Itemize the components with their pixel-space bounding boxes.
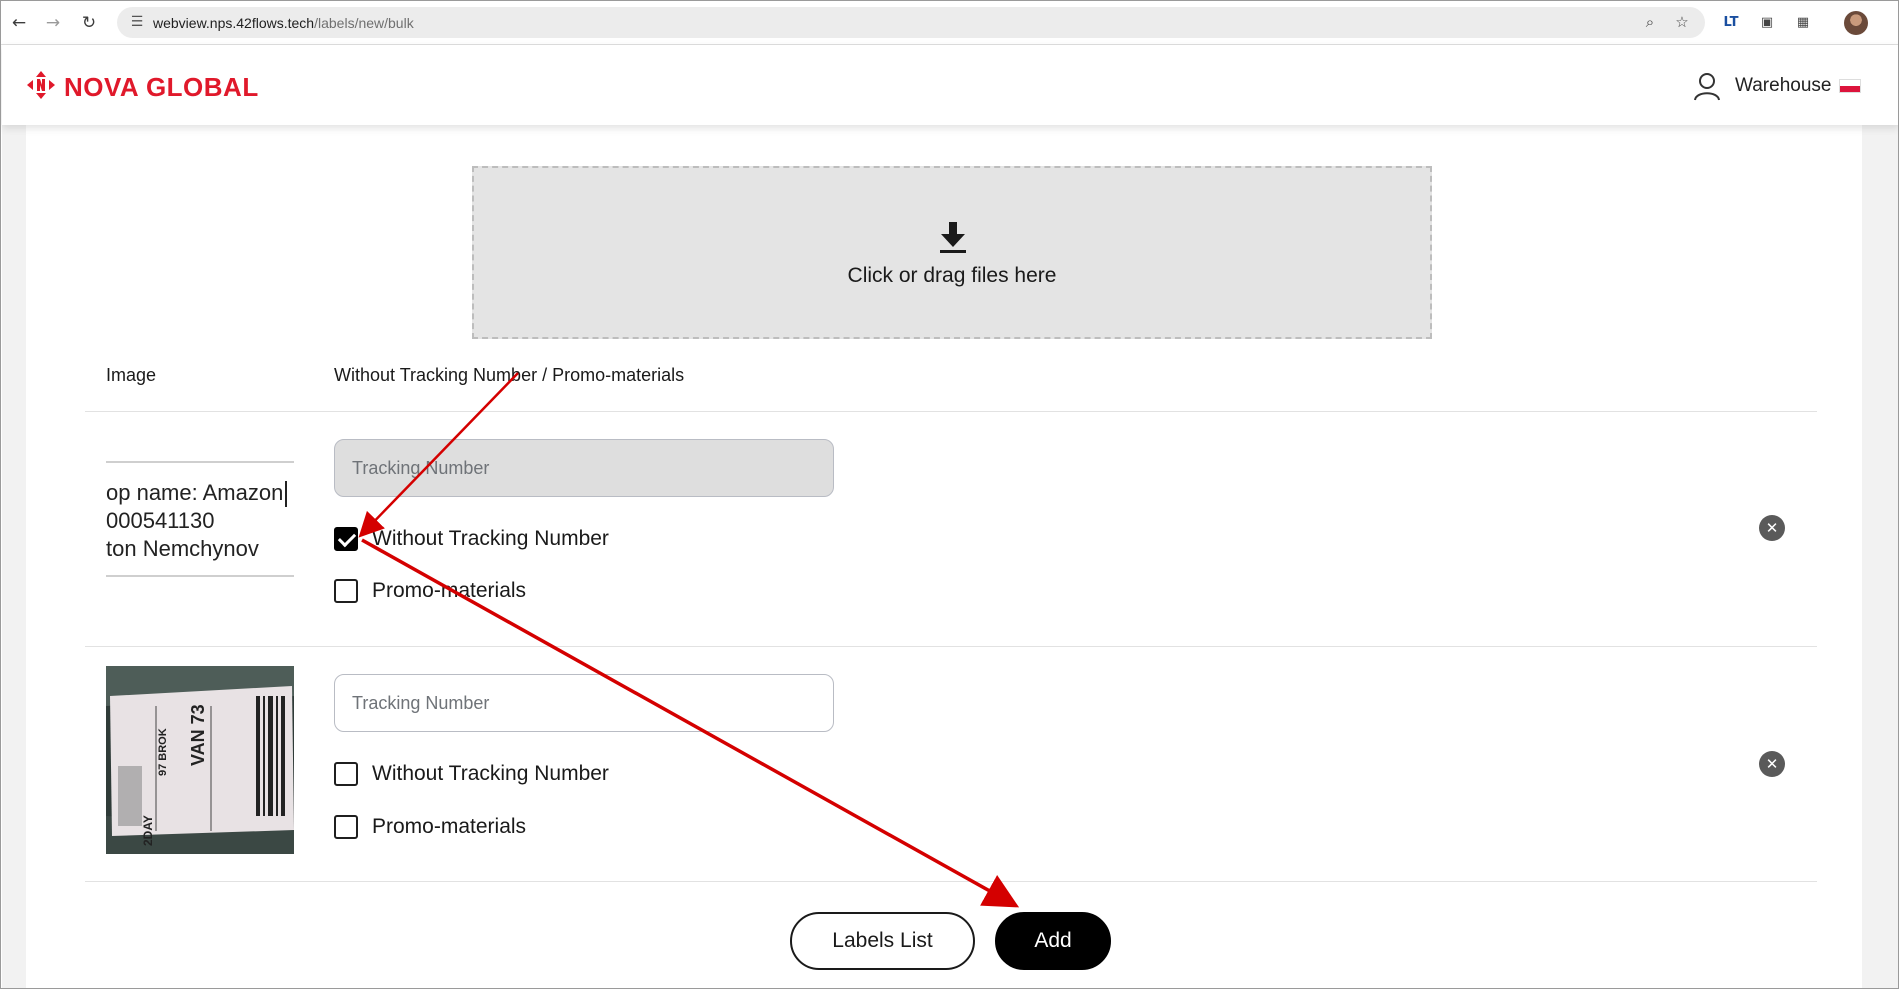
promo-materials-label[interactable]: Promo-materials	[372, 815, 526, 839]
package-label-thumbnail[interactable]: 97 BROK VAN 73 2DAY	[106, 666, 294, 854]
extension-lt-icon[interactable]: LT	[1720, 12, 1742, 34]
forward-icon[interactable]: →	[41, 11, 65, 35]
url-path: /labels/new/bulk	[314, 15, 414, 31]
image-text-line: op name: Amazon	[106, 480, 284, 505]
label-image-thumbnail[interactable]: op name: Amazon 000541130 ton Nemchynov	[106, 461, 294, 577]
zoom-icon[interactable]: ⌕	[1639, 11, 1661, 33]
screenshot-frame: ← → ↻ ☰ webview.nps.42flows.tech/labels/…	[0, 0, 1899, 989]
column-header-options: Without Tracking Number / Promo-material…	[334, 365, 685, 385]
back-icon[interactable]: ←	[7, 11, 31, 35]
reload-icon[interactable]: ↻	[77, 11, 101, 35]
app-header: NOVA GLOBAL Warehouse	[2, 45, 1898, 125]
image-text-line: 000541130	[106, 508, 215, 533]
file-dropzone[interactable]: Click or drag files here	[472, 166, 1432, 339]
promo-materials-checkbox[interactable]	[334, 815, 358, 839]
tracking-number-input[interactable]	[334, 439, 834, 497]
download-icon	[940, 222, 966, 253]
promo-materials-checkbox[interactable]	[334, 579, 358, 603]
url-text[interactable]: webview.nps.42flows.tech/labels/new/bulk	[153, 15, 414, 31]
nova-logo-icon[interactable]	[26, 70, 56, 100]
tracking-number-input[interactable]	[334, 674, 834, 732]
camera-icon[interactable]: ▣	[1756, 12, 1778, 34]
header-divider	[85, 411, 1817, 412]
remove-row-button[interactable]: ✕	[1759, 751, 1785, 777]
package-photo: 97 BROK VAN 73 2DAY	[106, 666, 294, 854]
labels-list-button[interactable]: Labels List	[790, 912, 975, 970]
image-text-line: ton Nemchynov	[106, 536, 259, 561]
brand-name[interactable]: NOVA GLOBAL	[64, 72, 259, 103]
extensions-puzzle-icon[interactable]: ▦	[1792, 12, 1814, 34]
dropzone-label: Click or drag files here	[847, 264, 1057, 287]
package-text: VAN 73	[188, 704, 208, 766]
browser-toolbar: ← → ↻ ☰ webview.nps.42flows.tech/labels/…	[1, 1, 1898, 45]
without-tracking-label[interactable]: Without Tracking Number	[372, 527, 609, 551]
add-button[interactable]: Add	[995, 912, 1111, 970]
remove-row-button[interactable]: ✕	[1759, 515, 1785, 541]
without-tracking-checkbox[interactable]	[334, 762, 358, 786]
text-caret	[285, 481, 287, 507]
user-role-label[interactable]: Warehouse	[1735, 75, 1831, 97]
profile-avatar[interactable]	[1844, 11, 1868, 35]
package-text: 97 BROK	[157, 728, 169, 776]
address-bar[interactable]: ☰ webview.nps.42flows.tech/labels/new/bu…	[117, 7, 1705, 38]
language-flag-icon[interactable]	[1839, 79, 1861, 93]
package-text: 2DAY	[141, 815, 155, 846]
row-divider	[85, 646, 1817, 647]
without-tracking-label[interactable]: Without Tracking Number	[372, 762, 609, 786]
bookmark-star-icon[interactable]: ☆	[1671, 11, 1693, 33]
promo-materials-label[interactable]: Promo-materials	[372, 579, 526, 603]
site-info-icon[interactable]: ☰	[127, 12, 147, 32]
row-divider	[85, 881, 1817, 882]
user-icon[interactable]	[1692, 71, 1722, 101]
column-header-image: Image	[106, 365, 157, 385]
without-tracking-checkbox[interactable]	[334, 527, 358, 551]
url-host: webview.nps.42flows.tech	[153, 15, 315, 31]
